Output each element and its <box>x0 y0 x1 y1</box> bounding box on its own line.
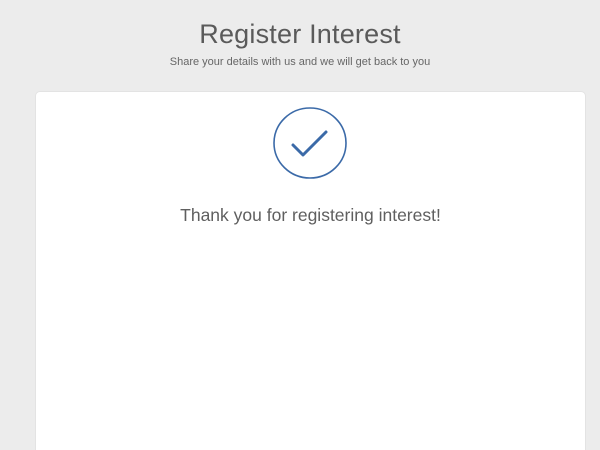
check-circle-icon <box>273 107 347 179</box>
confirmation-message: Thank you for registering interest! <box>180 205 441 225</box>
page: Register Interest Share your details wit… <box>0 0 600 450</box>
page-title: Register Interest <box>199 19 401 49</box>
page-header: Register Interest Share your details wit… <box>0 0 600 69</box>
confirmation-card: Thank you for registering interest! <box>35 91 586 450</box>
page-subtitle: Share your details with us and we will g… <box>169 56 431 68</box>
